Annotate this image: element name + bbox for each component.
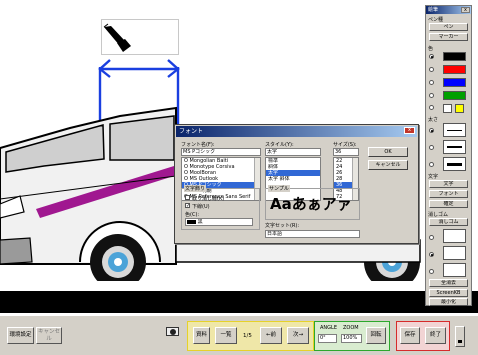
bottom-toolbar: 環境設定 キャンセル 資料 一覧 1/5 ←前 次→ ANGLE ZOOM 0°… [0, 315, 478, 355]
page-indicator: 1/5 [243, 333, 252, 339]
color-select[interactable]: 黒 [185, 218, 253, 226]
stroke-radio-thick[interactable] [429, 162, 434, 167]
toolbar-toggle-button[interactable] [455, 326, 465, 347]
list-button[interactable]: 一覧 [215, 327, 237, 344]
tool-palette: 絵筆 x ペン種 ペン マーカー 色 太さ 文字 文字 フォント 確定 消しゴム… [425, 5, 472, 306]
prev-page-button[interactable]: ←前 [260, 327, 282, 344]
stroke-radio-medium[interactable] [429, 145, 434, 150]
underline-checkbox[interactable]: ✓ [185, 203, 190, 209]
clear-all-button[interactable]: 全消去 [429, 279, 468, 287]
color-swatch-black[interactable] [443, 52, 466, 61]
angle-select[interactable]: 0° [318, 334, 337, 343]
sample-label: サンプル [268, 185, 290, 192]
screen-keyboard-button[interactable]: ScreenKB [429, 289, 468, 297]
color-swatch-white[interactable] [443, 104, 452, 113]
cancel-button[interactable]: キャンセル [36, 327, 62, 344]
ground [0, 291, 478, 313]
color-swatch-green[interactable] [443, 91, 466, 100]
material-button[interactable]: 資料 [193, 327, 210, 344]
pen-button[interactable]: ペン [429, 23, 468, 31]
stroke-thin[interactable] [443, 123, 466, 137]
text-button[interactable]: 文字 [429, 180, 468, 188]
stroke-label: 太さ [428, 117, 439, 123]
color-swatch-red[interactable] [443, 65, 466, 74]
next-page-button[interactable]: 次→ [287, 327, 309, 344]
style-label: スタイル(Y): [265, 142, 294, 148]
color-radio-green[interactable] [429, 93, 434, 98]
save-button[interactable]: 保存 [400, 327, 420, 344]
env-settings-button[interactable]: 環境設定 [7, 327, 34, 344]
pen-cursor-icon [103, 23, 131, 52]
text-label: 文字 [428, 174, 439, 180]
camera-icon[interactable] [166, 327, 179, 336]
zoom-value: 100% [343, 335, 358, 341]
confirm-button[interactable]: 確定 [429, 200, 468, 208]
color-swatch-yellow[interactable] [455, 104, 464, 113]
color-swatch-blue[interactable] [443, 78, 466, 87]
eraser-button[interactable]: 消しゴム [429, 218, 468, 226]
eraser-radio-small[interactable] [429, 235, 434, 240]
size-label: サイズ(S): [333, 142, 357, 148]
font-name-input[interactable]: MS Pゴシック [181, 148, 261, 156]
font-button[interactable]: フォント [429, 190, 468, 198]
zoom-label: ZOOM [343, 325, 359, 331]
strikeout-label: 取り消し線(K) [192, 196, 225, 202]
charset-select[interactable]: 日本語 [265, 230, 360, 238]
color-radio-blue[interactable] [429, 80, 434, 85]
color-radio-red[interactable] [429, 67, 434, 72]
pen-type-label: ペン種 [428, 17, 444, 23]
stroke-medium[interactable] [443, 140, 466, 154]
underline-label: 下線(U) [192, 204, 210, 210]
font-name-label: フォント名(F): [181, 142, 215, 148]
stroke-radio-thin[interactable] [429, 128, 434, 133]
palette-close-button[interactable]: x [461, 7, 470, 13]
charset-label: 文字セット(R): [265, 223, 300, 229]
font-dialog-title: フォント [176, 126, 417, 137]
font-cancel-button[interactable]: キャンセル [368, 160, 408, 170]
exit-button[interactable]: 終了 [425, 327, 446, 344]
color-field-label: 色(C): [185, 212, 200, 218]
list-item[interactable]: 太字 斜体 [266, 176, 320, 182]
size-input[interactable]: 36 [333, 148, 359, 156]
eraser-medium-icon[interactable] [443, 246, 466, 260]
style-input[interactable]: 太字 [265, 148, 321, 156]
stroke-thick[interactable] [443, 157, 466, 171]
zoom-select[interactable]: 100% [341, 334, 362, 343]
eraser-label: 消しゴム [428, 212, 449, 218]
color-radio-custom[interactable] [429, 105, 434, 110]
toggle-icon [458, 340, 462, 343]
screen: 環境設定 キャンセル 資料 一覧 1/5 ←前 次→ ANGLE ZOOM 0°… [0, 0, 478, 355]
angle-value: 0° [320, 335, 326, 341]
color-radio-black[interactable] [429, 54, 434, 59]
ok-button[interactable]: OK [368, 147, 408, 157]
eraser-radio-medium[interactable] [429, 252, 434, 257]
strikeout-checkbox[interactable] [185, 195, 190, 200]
color-label: 色 [428, 46, 434, 52]
sample-text: Aaあぁアァ [270, 195, 352, 213]
eraser-small-icon[interactable] [443, 229, 466, 243]
font-dialog-close-button[interactable]: x [404, 127, 415, 134]
color-preview-swatch [187, 219, 196, 224]
eraser-radio-large[interactable] [429, 269, 434, 274]
minimize-button[interactable]: 最小化 [429, 298, 468, 306]
font-dialog: フォント x フォント名(F): MS Pゴシック O Mongolian Ba… [174, 124, 419, 244]
rotate-button[interactable]: 回転 [366, 327, 386, 344]
eraser-large-icon[interactable] [443, 263, 466, 277]
color-value: 黒 [197, 219, 203, 225]
effects-label: 文字飾り [184, 185, 207, 192]
marker-button[interactable]: マーカー [429, 33, 468, 41]
angle-label: ANGLE [320, 325, 337, 331]
